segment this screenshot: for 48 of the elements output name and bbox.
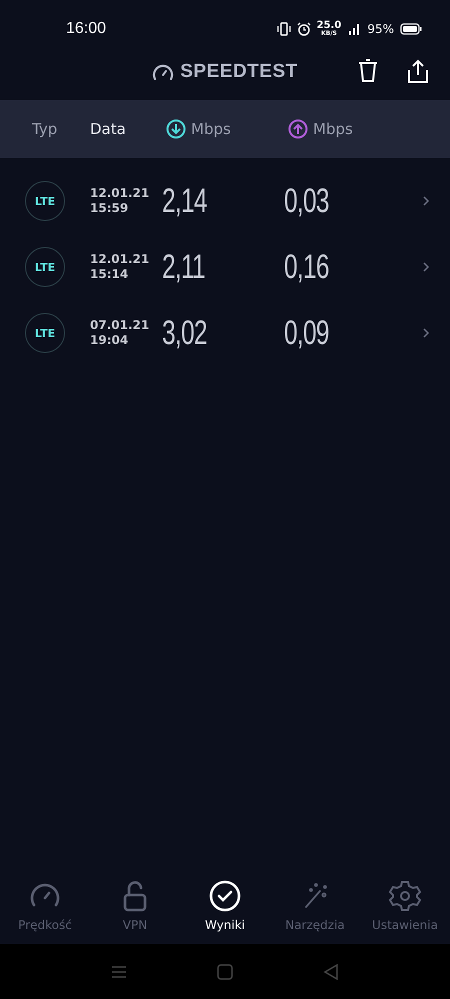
settings-icon — [388, 879, 422, 913]
result-time: 19:04 — [90, 333, 130, 348]
nav-tab[interactable]: Prędkość — [0, 879, 90, 932]
menu-icon[interactable] — [111, 964, 127, 978]
signal-icon — [347, 22, 362, 36]
result-row[interactable]: LTE 07.01.21 19:04 3,02 0,09 — [0, 300, 450, 366]
result-date: 07.01.21 — [90, 318, 150, 333]
clock-time: 16:00 — [66, 20, 108, 38]
result-row[interactable]: LTE 12.01.21 15:59 2,14 0,03 — [0, 168, 450, 234]
chevron-right-icon — [422, 195, 430, 207]
checkmark-icon — [208, 879, 242, 913]
alarm-icon — [296, 22, 311, 36]
column-header[interactable]: Mbps — [313, 120, 353, 138]
result-date: 12.01.21 — [90, 186, 150, 201]
nav-tab[interactable]: Wyniki — [180, 879, 270, 932]
download-speed: 2,14 — [162, 182, 208, 220]
result-time: 15:14 — [90, 267, 130, 282]
column-header[interactable]: Typ — [32, 120, 58, 138]
upload-icon — [288, 119, 308, 139]
result-time: 15:59 — [90, 201, 130, 216]
battery-percent: 95% — [367, 22, 394, 36]
download-icon — [166, 119, 186, 139]
home-icon[interactable] — [217, 964, 233, 980]
upload-speed: 0,09 — [284, 314, 330, 352]
network-type-badge: LTE — [25, 247, 65, 287]
download-speed: 2,11 — [162, 248, 206, 286]
share-icon[interactable] — [406, 58, 430, 84]
download-speed: 3,02 — [162, 314, 208, 352]
upload-speed: 0,16 — [284, 248, 330, 286]
result-row[interactable]: LTE 12.01.21 15:14 2,11 0,16 — [0, 234, 450, 300]
trash-icon[interactable] — [356, 58, 380, 84]
upload-speed: 0,03 — [284, 182, 330, 220]
column-header[interactable]: Data — [90, 120, 126, 138]
nav-tab[interactable]: Narzędzia — [270, 879, 360, 932]
network-type-badge: LTE — [25, 181, 65, 221]
app-title: SPEEDTEST — [180, 61, 298, 83]
nav-tab[interactable]: Ustawienia — [360, 879, 450, 932]
vibrate-icon — [276, 22, 291, 36]
network-type-badge: LTE — [25, 313, 65, 353]
nav-tab[interactable]: VPN — [90, 879, 180, 932]
battery-icon — [400, 23, 422, 35]
network-speed: 25.0 — [316, 21, 342, 31]
gauge-icon — [152, 62, 174, 82]
chevron-right-icon — [422, 261, 430, 273]
result-date: 12.01.21 — [90, 252, 150, 267]
back-icon[interactable] — [323, 964, 339, 980]
column-header[interactable]: Mbps — [191, 120, 231, 138]
chevron-right-icon — [422, 327, 430, 339]
